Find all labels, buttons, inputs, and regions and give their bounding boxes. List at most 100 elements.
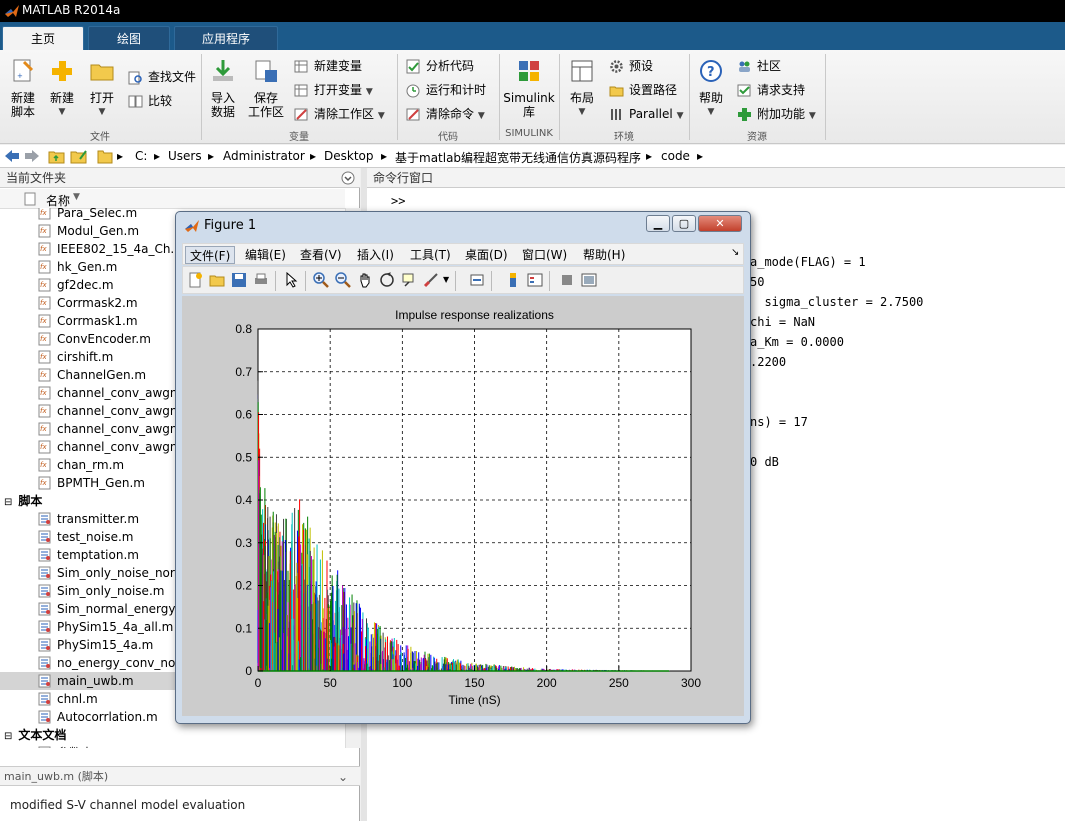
menu-desktop[interactable]: 桌面(D) [461,246,512,264]
y-tick-label: 0 [245,664,252,678]
back-arrow-icon[interactable] [4,149,20,163]
zoom-out-icon[interactable] [335,272,351,288]
menu-file[interactable]: 文件(F) [185,246,236,264]
new-label: 新建 [49,91,74,105]
function-file-icon: fx [38,440,51,454]
rotate-3d-icon[interactable] [379,272,395,288]
request-support-button[interactable]: 请求支持 [737,80,805,100]
open-file-icon[interactable] [209,272,225,288]
file-group-header[interactable]: ⊟ 脚本 [0,492,42,510]
menu-help[interactable]: 帮助(H) [579,246,629,264]
menu-window[interactable]: 窗口(W) [518,246,571,264]
menu-tools[interactable]: 工具(T) [406,246,455,264]
y-tick-label: 0.7 [235,365,252,379]
analyze-code-button[interactable]: 分析代码 [406,56,474,76]
details-collapse-icon[interactable]: ⌄ [338,767,348,787]
collapse-icon[interactable]: ⊟ [4,497,12,508]
pointer-icon[interactable] [283,272,299,288]
help-button[interactable]: ? 帮助 ▼ [695,58,727,119]
new-figure-icon[interactable] [187,272,203,288]
plot-canvas[interactable]: 0 50 100 150 200 250 300 0 0.1 0.2 0.3 0.4 0.5 0.6 0.7… [182,296,744,716]
panel-menu-icon[interactable] [341,171,355,185]
parallel-button[interactable]: Parallel ▼ [609,104,683,124]
colorbar-icon[interactable] [505,272,521,288]
breadcrumb-item[interactable]: code [661,149,690,163]
svg-text:fx: fx [40,443,47,451]
save-workspace-button[interactable]: 保存 工作区 [246,58,286,119]
new-button[interactable]: 新建 ▼ [46,58,78,119]
legend-icon[interactable] [527,272,543,288]
add-ons-button[interactable]: 附加功能 ▼ [737,104,816,124]
new-variable-icon [294,60,308,73]
data-cursor-icon[interactable] [401,272,417,288]
command-output-line: a_mode(FLAG) = 1 [750,255,866,269]
menu-view[interactable]: 查看(V) [296,246,346,264]
script-file-icon [38,566,51,580]
find-files-button[interactable]: 查找文件 [128,67,196,87]
collapse-icon[interactable]: ⊟ [4,731,12,742]
up-folder-icon[interactable] [48,148,65,164]
figure-window[interactable]: Figure 1 ▁ ▢ ✕ 文件(F) 编辑(E) 查看(V) 插入(I) 工… [175,211,751,724]
file-row[interactable]: 参数表.txt [0,744,345,748]
file-name: transmitter.m [57,512,140,526]
toolbar-separator [305,271,306,291]
open-button[interactable]: 打开 ▼ [86,58,118,119]
link-plot-icon[interactable] [469,272,485,288]
variable-group-label: 变量 [289,132,309,143]
run-and-time-button[interactable]: 运行和计时 [406,80,486,100]
forward-arrow-icon[interactable] [24,149,40,163]
preferences-button[interactable]: 预设 [609,56,653,76]
ribbon-tab-row: 主页 绘图 应用程序 [0,22,1065,50]
set-path-button[interactable]: 设置路径 [609,80,677,100]
zoom-in-icon[interactable] [313,272,329,288]
file-name: channel_conv_awgn. [57,440,182,454]
open-label: 打开 [89,91,114,105]
column-header[interactable]: 名称 ▼ [0,189,345,209]
file-name: ConvEncoder.m [57,332,151,346]
new-script-button[interactable]: + 新建 脚本 [6,58,40,119]
breadcrumb-item[interactable]: 基于matlab编程超宽带无线通信仿真源码程序 [395,149,641,166]
compare-button[interactable]: 比较 [128,91,172,111]
request-support-label: 请求支持 [757,83,806,97]
layout-button[interactable]: 布局 ▼ [566,58,598,119]
open-variable-button[interactable]: 打开变量 ▼ [294,80,373,100]
minimize-button[interactable]: ▁ [646,215,670,232]
file-name: BPMTH_Gen.m [57,476,145,490]
browse-folder-icon[interactable] [70,148,88,164]
menu-dock-icon[interactable]: ↘ [731,247,739,258]
file-group-header[interactable]: ⊟ 文本文档 [0,726,66,744]
tab-apps[interactable]: 应用程序 [174,26,278,50]
maximize-button[interactable]: ▢ [672,215,696,232]
tab-home[interactable]: 主页 [2,26,84,50]
details-header[interactable]: main_uwb.m (脚本) ⌄ [0,766,360,786]
clear-workspace-button[interactable]: 清除工作区 ▼ [294,104,385,124]
save-icon[interactable] [231,272,247,288]
new-variable-button[interactable]: 新建变量 [294,56,362,76]
impulse-response-chart[interactable]: 0 50 100 150 200 250 300 0 0.1 0.2 0.3 0.4 0.5 0.6 0.7… [182,296,744,716]
brush-icon[interactable] [423,272,439,288]
figure-title-bar[interactable]: Figure 1 ▁ ▢ ✕ [176,212,750,240]
print-icon[interactable] [253,272,269,288]
pan-hand-icon[interactable] [357,272,373,288]
file-name: ChannelGen.m [57,368,147,382]
chart-title: Impulse response realizations [395,308,554,322]
tab-plots[interactable]: 绘图 [88,26,170,50]
community-button[interactable]: 社区 [737,56,781,76]
close-button[interactable]: ✕ [698,215,742,232]
breadcrumb-item[interactable]: Desktop [324,149,374,163]
brush-caret-icon[interactable]: ▼ [443,275,449,284]
simulink-library-button[interactable]: Simulink 库 [503,58,555,119]
hide-plot-tools-icon[interactable] [559,272,575,288]
help-icon: ? [700,60,722,82]
breadcrumb-item[interactable]: C: [135,149,147,163]
breadcrumb-item[interactable]: Users [168,149,202,163]
breadcrumb-item[interactable]: Administrator [223,149,305,163]
script-file-icon [38,620,51,634]
menu-edit[interactable]: 编辑(E) [241,246,290,264]
clear-commands-button[interactable]: 清除命令 ▼ [406,104,485,124]
simulink-library-icon [519,61,539,81]
show-plot-tools-icon[interactable] [581,272,597,288]
menu-insert[interactable]: 插入(I) [353,246,398,264]
x-tick-label: 0 [255,676,262,690]
import-data-button[interactable]: 导入 数据 [206,58,240,119]
